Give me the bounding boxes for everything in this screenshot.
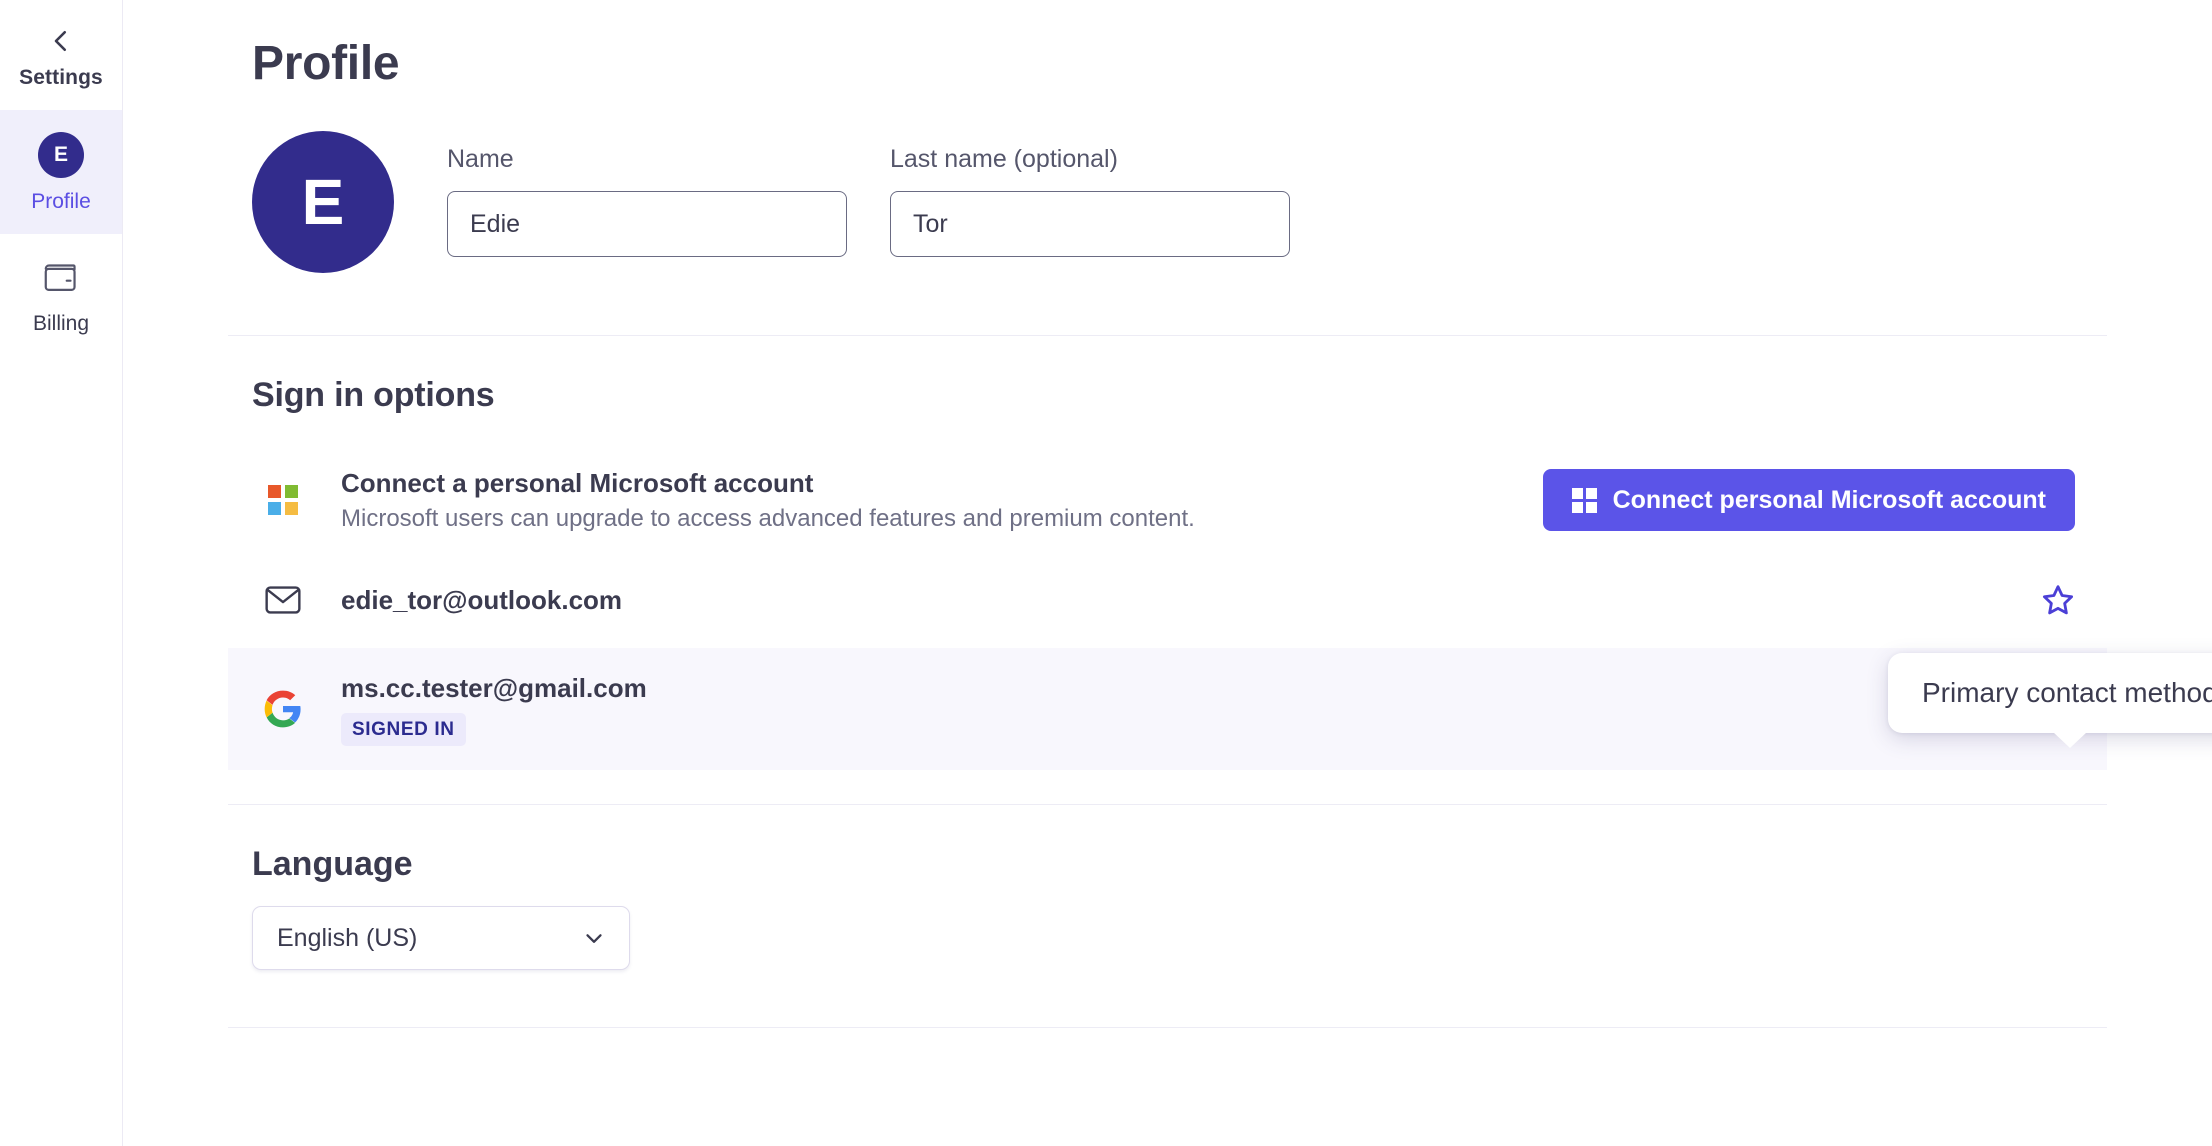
outlook-row-action	[2041, 583, 2075, 617]
google-logo-icon	[260, 689, 306, 729]
divider-profile	[228, 335, 2107, 336]
name-field-group: Name	[447, 145, 847, 257]
connect-microsoft-account-button[interactable]: Connect personal Microsoft account	[1542, 469, 2075, 531]
sidebar: Settings E Profile Billing	[0, 0, 123, 1146]
sidebar-item-billing[interactable]: Billing	[0, 234, 122, 356]
microsoft-connect-text: Connect a personal Microsoft account Mic…	[341, 467, 1543, 534]
language-select-value: English (US)	[277, 923, 418, 952]
sidebar-back-settings[interactable]: Settings	[0, 22, 122, 110]
wallet-icon	[44, 264, 76, 291]
microsoft-connect-subtitle: Microsoft users can upgrade to access ad…	[341, 505, 1195, 533]
microsoft-connect-action: Connect personal Microsoft account	[1542, 469, 2075, 531]
microsoft-grid-icon	[1571, 487, 1597, 513]
outlook-email-text: edie_tor@outlook.com	[341, 584, 623, 615]
page-title: Profile	[252, 37, 400, 90]
name-label: Name	[447, 145, 514, 173]
avatar: E	[38, 132, 84, 178]
profile-avatar: E	[252, 131, 394, 273]
language-select[interactable]: English (US)	[252, 906, 630, 970]
chevron-down-icon	[586, 934, 602, 943]
name-fields: Name Last name (optional)	[447, 125, 1290, 257]
status-badge: SIGNED IN	[341, 712, 466, 746]
divider-signin	[228, 804, 2107, 805]
signin-row-outlook[interactable]: edie_tor@outlook.com	[228, 552, 2107, 648]
language-select-wrap: English (US)	[252, 906, 630, 970]
sidebar-item-label-profile: Profile	[31, 190, 91, 213]
main-content: Profile E Name Last name (optional) Sign…	[123, 0, 2212, 1146]
connect-microsoft-account-label: Connect personal Microsoft account	[1612, 485, 2046, 514]
microsoft-connect-title: Connect a personal Microsoft account	[341, 467, 814, 498]
microsoft-logo-icon	[260, 485, 306, 515]
profile-settings-page: Settings E Profile Billing Profile E Nam…	[0, 0, 2212, 1146]
sidebar-back-label: Settings	[19, 66, 103, 89]
outlook-email-body: edie_tor@outlook.com	[341, 585, 2041, 616]
lastname-field-group: Last name (optional)	[890, 145, 1290, 257]
divider-language	[228, 1027, 2107, 1028]
tooltip-primary-contact: Primary contact method	[1888, 653, 2212, 733]
signin-row-gmail[interactable]: ms.cc.tester@gmail.com SIGNED IN	[228, 648, 2107, 770]
signin-row-microsoft-connect: Connect a personal Microsoft account Mic…	[228, 448, 2107, 552]
language-section-title: Language	[252, 845, 413, 883]
sidebar-item-profile[interactable]: E Profile	[0, 110, 122, 234]
signin-section-title: Sign in options	[252, 376, 495, 414]
sidebar-item-label-billing: Billing	[32, 312, 90, 335]
tooltip-text: Primary contact method	[1922, 677, 2212, 708]
gmail-email-body: ms.cc.tester@gmail.com SIGNED IN	[341, 673, 2037, 746]
star-icon[interactable]	[2041, 583, 2075, 617]
name-input[interactable]	[447, 191, 847, 257]
envelope-icon	[260, 585, 306, 615]
lastname-label: Last name (optional)	[890, 145, 1118, 173]
profile-identity-row: E Name Last name (optional)	[252, 125, 2212, 273]
lastname-input[interactable]	[890, 191, 1290, 257]
chevron-left-icon	[54, 30, 67, 52]
gmail-email-text: ms.cc.tester@gmail.com	[341, 672, 647, 703]
